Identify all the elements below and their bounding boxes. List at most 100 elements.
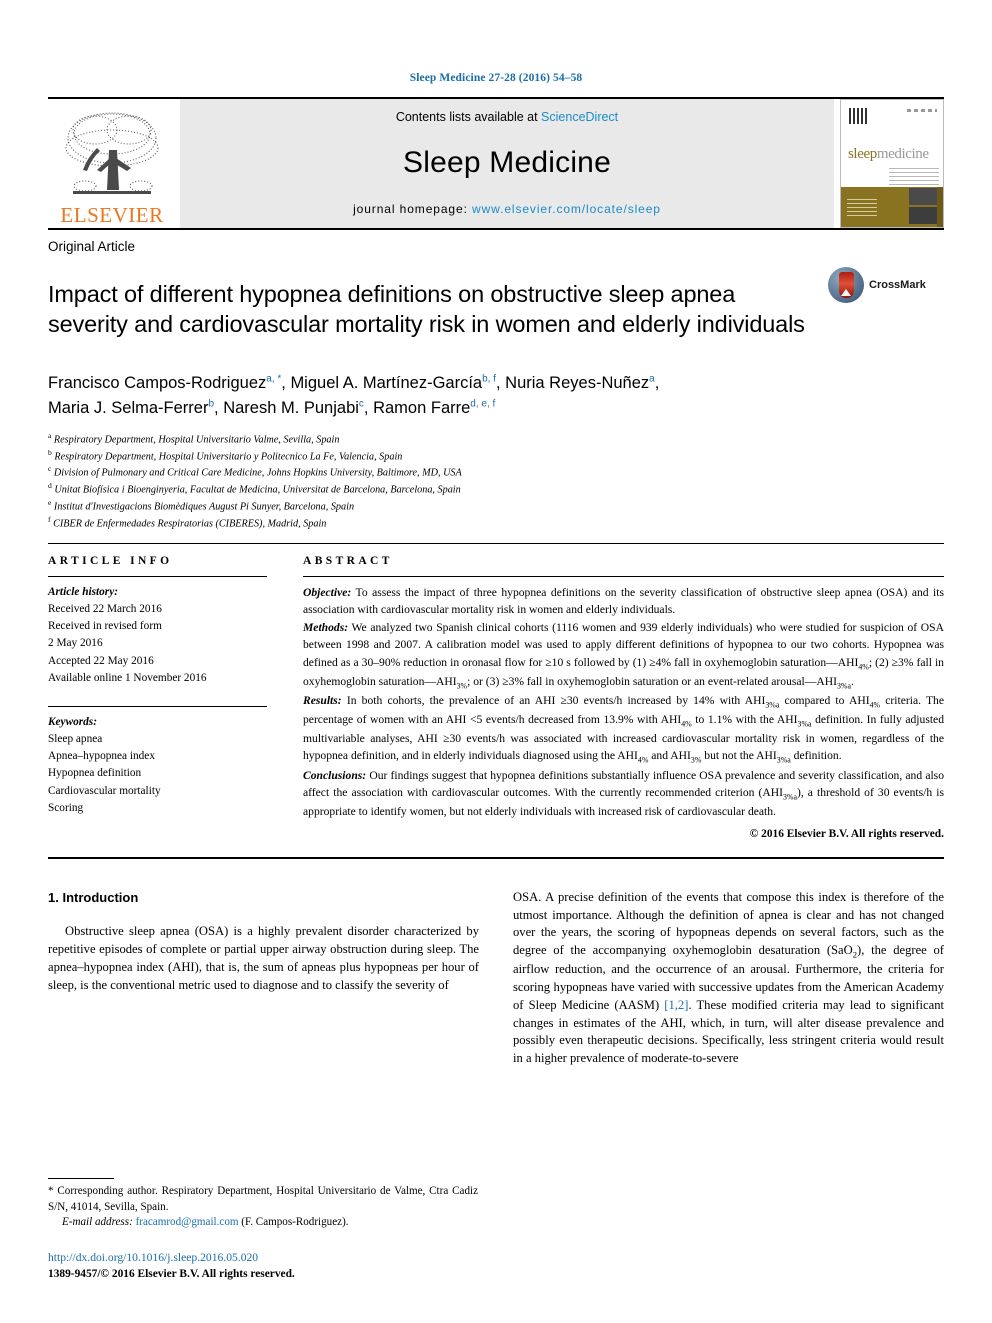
cover-journal-title: sleepmedicine xyxy=(848,146,929,163)
elsevier-tree-icon xyxy=(65,112,159,194)
cover-image-bottom xyxy=(909,207,937,224)
elsevier-wordmark: ELSEVIER xyxy=(60,203,164,227)
affiliation-item: f CIBER de Enfermedades Respiratorias (C… xyxy=(48,515,327,530)
ahi-subscript: 2 xyxy=(852,949,858,960)
email-note: E-mail address: fracamrod@gmail.com (F. … xyxy=(48,1215,478,1231)
affiliation-item: d Unitat Biofísica i Bioenginyeria, Facu… xyxy=(48,481,461,496)
body-columns: 1. Introduction Obstructive sleep apnea … xyxy=(48,889,944,1069)
abstract-copyright: © 2016 Elsevier B.V. All rights reserved… xyxy=(749,827,944,840)
keyword-item: Apnea–hypopnea index xyxy=(48,750,155,763)
ahi-subscript: 3%a xyxy=(782,792,797,802)
cover-barcode-icon xyxy=(849,108,867,124)
abstract-section-label: Methods: xyxy=(303,620,349,634)
author-name: Maria J. Selma-Ferrer xyxy=(48,399,209,418)
journal-masthead: ELSEVIER Contents lists available at Sci… xyxy=(48,97,944,228)
ahi-subscript: 3%a xyxy=(776,755,791,765)
ahi-subscript: 3%a xyxy=(797,719,812,729)
masthead-center: Contents lists available at ScienceDirec… xyxy=(180,99,834,228)
cover-title-part-a: sleep xyxy=(848,146,877,162)
author-name: Miguel A. Martínez-García xyxy=(290,373,483,392)
corresponding-author-note: * Corresponding author. Respiratory Depa… xyxy=(48,1184,478,1215)
footnote-rule xyxy=(48,1178,114,1180)
info-abstract-block: ARTICLE INFO Article history: Received 2… xyxy=(48,544,944,843)
article-history-item: Available online 1 November 2016 xyxy=(48,671,207,684)
section-title-introduction: 1. Introduction xyxy=(48,889,139,905)
body-column-left: 1. Introduction Obstructive sleep apnea … xyxy=(48,889,496,1069)
affiliation-item: c Division of Pulmonary and Critical Car… xyxy=(48,464,462,479)
elsevier-logo: ELSEVIER xyxy=(48,99,176,228)
author-line-1: Francisco Campos-Rodrigueza, *, Miguel A… xyxy=(48,373,660,392)
journal-homepage-line: journal homepage: www.elsevier.com/locat… xyxy=(353,202,661,216)
abstract-conclusions: Conclusions: Our findings suggest that h… xyxy=(303,768,944,819)
article-info-heading: ARTICLE INFO xyxy=(48,554,173,567)
homepage-prefix: journal homepage: xyxy=(353,202,473,216)
article-type-label: Original Article xyxy=(48,239,136,254)
email-suffix: (F. Campos-Rodriguez). xyxy=(238,1216,349,1229)
article-history-item: 2 May 2016 xyxy=(48,637,103,650)
author-line-2: Maria J. Selma-Ferrerb, Naresh M. Punjab… xyxy=(48,398,496,418)
citation-link[interactable]: [1,2] xyxy=(664,998,688,1012)
crossmark-label: CrossMark xyxy=(869,279,926,291)
ahi-subscript: 3%a xyxy=(765,700,780,710)
author-name: Nuria Reyes-Nuñez xyxy=(505,373,650,392)
affiliation-item: a Respiratory Department, Hospital Unive… xyxy=(48,430,340,446)
keywords-label: Keywords: xyxy=(48,715,97,728)
article-history-item: Received 22 March 2016 xyxy=(48,603,162,616)
ahi-subscript: 4% xyxy=(858,661,869,671)
author-affiliation-marker: b xyxy=(208,398,215,410)
affiliation-marker: d xyxy=(48,481,52,491)
affiliation-item: b Respiratory Department, Hospital Unive… xyxy=(48,447,403,462)
crossmark-badge[interactable]: CrossMark xyxy=(828,263,944,303)
author-affiliation-marker: a xyxy=(649,373,655,385)
author-name: Ramon Farre xyxy=(373,399,471,418)
email-label: E-mail address: xyxy=(62,1216,133,1229)
affiliation-marker: e xyxy=(48,498,52,508)
keyword-item: Hypopnea definition xyxy=(48,767,142,780)
ahi-subscript: 3% xyxy=(456,680,468,690)
author-list: Francisco Campos-Rodrigueza, *, Miguel A… xyxy=(48,371,944,422)
abstract-column: ABSTRACT Objective: To assess the impact… xyxy=(303,555,944,843)
issn-copyright-line: 1389-9457/© 2016 Elsevier B.V. All right… xyxy=(48,1268,295,1281)
cover-header-lines xyxy=(907,109,937,112)
article-history-items: Received 22 March 2016 Received in revise… xyxy=(48,601,267,687)
contents-available-line: Contents lists available at ScienceDirec… xyxy=(396,110,618,124)
page-title: Impact of different hypopnea definitions… xyxy=(48,280,805,338)
footnote-block: * Corresponding author. Respiratory Depa… xyxy=(48,1178,478,1283)
affiliation-marker: f xyxy=(48,515,51,525)
article-history-item: Accepted 22 May 2016 xyxy=(48,654,154,667)
journal-cover-thumbnail: sleepmedicine xyxy=(840,99,944,228)
info-abstract-bottom-rule xyxy=(48,856,944,859)
author-affiliation-marker: c xyxy=(358,398,364,410)
cover-image-top xyxy=(909,188,937,205)
journal-title: Sleep Medicine xyxy=(403,146,611,179)
affiliation-list: a Respiratory Department, Hospital Unive… xyxy=(48,431,944,532)
affiliation-item: e Institut d'Investigacions Biomèdiques … xyxy=(48,498,355,513)
intro-paragraph-right: OSA. A precise definition of the events … xyxy=(513,889,945,1066)
email-link[interactable]: fracamrod@gmail.com xyxy=(136,1216,239,1228)
cover-society-logo-icon xyxy=(847,199,877,219)
keywords-group: Keywords: Sleep apnea Apnea–hypopnea inde… xyxy=(48,707,267,817)
article-history-group: Article history: Received 22 March 2016 R… xyxy=(48,577,267,687)
author-affiliation-marker: d, e, f xyxy=(470,398,496,410)
doi-link[interactable]: http://dx.doi.org/10.1016/j.sleep.2016.0… xyxy=(48,1250,478,1267)
keyword-items: Sleep apnea Apnea–hypopnea index Hypopnea … xyxy=(48,731,267,817)
abstract-body: Objective: To assess the impact of three… xyxy=(303,577,944,843)
intro-paragraph-left: Obstructive sleep apnea (OSA) is a highl… xyxy=(48,924,479,992)
article-history-item: Received in revised form xyxy=(48,620,162,633)
running-head: Sleep Medicine 27-28 (2016) 54–58 xyxy=(409,72,583,84)
ahi-subscript: 4% xyxy=(869,700,881,710)
abstract-heading: ABSTRACT xyxy=(303,554,393,567)
sciencedirect-link[interactable]: ScienceDirect xyxy=(541,110,618,124)
article-page: Sleep Medicine 27-28 (2016) 54–58 ELSEVI… xyxy=(0,0,992,1323)
author-affiliation-marker: b, f xyxy=(482,373,496,385)
affiliation-marker: a xyxy=(48,430,52,440)
abstract-methods: Methods: We analyzed two Spanish clinica… xyxy=(303,620,944,690)
homepage-url-link[interactable]: www.elsevier.com/locate/sleep xyxy=(472,202,661,216)
article-info-column: ARTICLE INFO Article history: Received 2… xyxy=(48,555,303,843)
title-row: Impact of different hypopnea definitions… xyxy=(48,263,944,356)
ahi-subscript: 4% xyxy=(637,755,649,765)
article-history-label: Article history: xyxy=(48,585,118,598)
ahi-subscript: 4% xyxy=(681,719,692,729)
abstract-section-label: Conclusions: xyxy=(303,768,367,782)
crossmark-icon xyxy=(828,267,864,303)
